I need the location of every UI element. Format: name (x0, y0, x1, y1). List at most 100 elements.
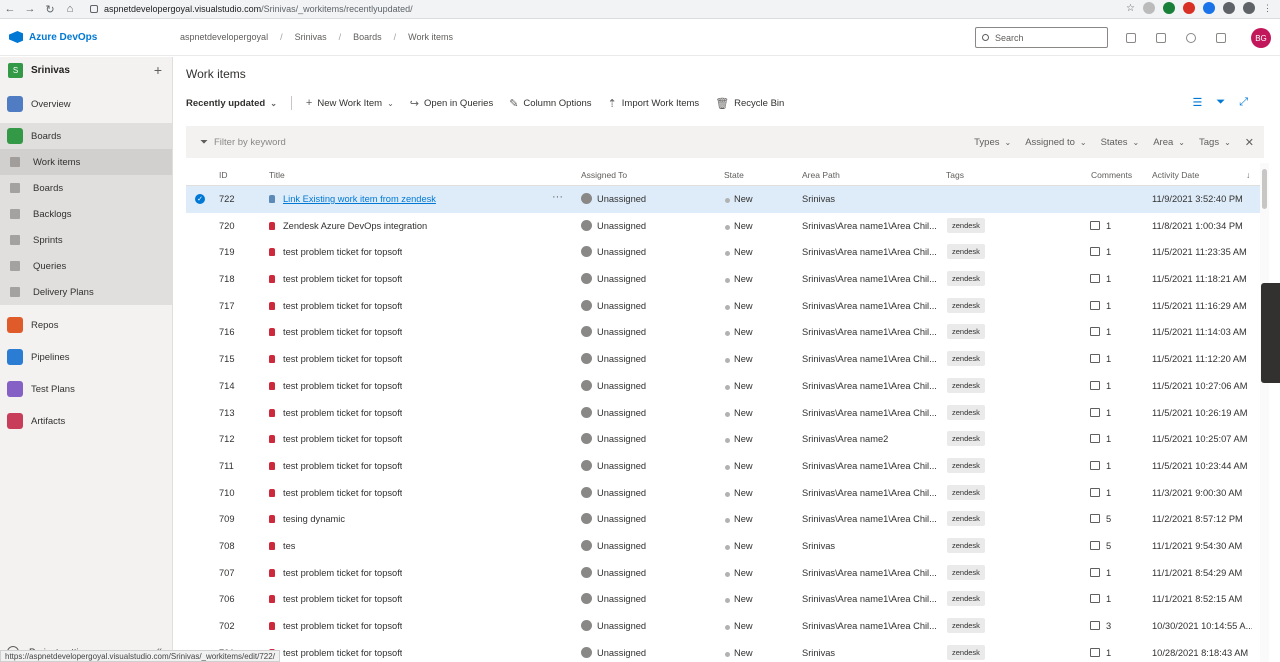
table-row[interactable]: 709 tesing dynamic Unassigned New Srinivas\A… (186, 506, 1269, 533)
sidebar-item-sprints[interactable]: Sprints (0, 227, 172, 253)
tag-badge[interactable]: zendesk (947, 404, 985, 420)
sidebar-item-delivery-plans[interactable]: Delivery Plans (0, 279, 172, 305)
table-row[interactable]: 702 test problem ticket for topsoft Unassi… (186, 613, 1269, 640)
table-row[interactable]: 713 test problem ticket for topsoft Unassi… (186, 400, 1269, 427)
table-row[interactable]: 719 test problem ticket for topsoft Unassi… (186, 239, 1269, 266)
column-header-activity[interactable]: Activity Date (1152, 170, 1199, 180)
table-row[interactable]: 708 tes Unassigned New Srinivas zendesk 5 11/1/… (186, 533, 1269, 560)
cell-title[interactable]: test problem ticket for topsoft (283, 408, 402, 418)
table-row[interactable]: 717 test problem ticket for topsoft Unassi… (186, 293, 1269, 320)
add-icon[interactable]: + (154, 62, 162, 78)
cell-title[interactable]: test problem ticket for topsoft (283, 488, 402, 498)
help-icon[interactable] (1186, 33, 1196, 43)
sidebar-item-boards-sub[interactable]: Boards (0, 175, 172, 201)
sidebar-item-overview[interactable]: Overview (0, 91, 172, 117)
cell-title[interactable]: test problem ticket for topsoft (283, 381, 402, 391)
cell-title[interactable]: test problem ticket for topsoft (283, 301, 402, 311)
cell-title[interactable]: test problem ticket for topsoft (283, 354, 402, 364)
sidebar-item-work-items[interactable]: Work items (0, 149, 172, 175)
marketplace-icon[interactable] (1156, 33, 1166, 43)
check-icon[interactable]: ✓ (195, 194, 205, 204)
extension-icon[interactable] (1143, 2, 1155, 14)
table-row[interactable]: 720 Zendesk Azure DevOps integration Unass… (186, 213, 1269, 240)
sidebar-item-artifacts[interactable]: Artifacts (0, 405, 172, 437)
cell-title[interactable]: test problem ticket for topsoft (283, 327, 402, 337)
new-work-item-button[interactable]: + New Work Item ⌄ (306, 97, 394, 109)
filter-area-dropdown[interactable]: Area ⌄ (1153, 137, 1185, 148)
tag-badge[interactable]: zendesk (947, 431, 985, 447)
table-row[interactable]: 718 test problem ticket for topsoft Unassi… (186, 266, 1269, 293)
sidebar-item-boards[interactable]: Boards (0, 123, 172, 149)
ado-logo[interactable]: Azure DevOps (9, 31, 97, 43)
reload-icon[interactable]: ↻ (40, 0, 60, 19)
cell-title[interactable]: test problem ticket for topsoft (283, 568, 402, 578)
table-row[interactable]: 714 test problem ticket for topsoft Unassi… (186, 373, 1269, 400)
cell-title[interactable]: Zendesk Azure DevOps integration (283, 221, 427, 231)
cell-title[interactable]: test problem ticket for topsoft (283, 434, 402, 444)
scrollbar[interactable] (1260, 163, 1269, 662)
breadcrumb-project[interactable]: Srinivas (295, 32, 327, 42)
tag-badge[interactable]: zendesk (947, 351, 985, 367)
tag-badge[interactable]: zendesk (947, 511, 985, 527)
extension-icon[interactable] (1163, 2, 1175, 14)
cell-title[interactable]: test problem ticket for topsoft (283, 594, 402, 604)
forward-icon[interactable]: → (20, 0, 40, 19)
breadcrumb-work-items[interactable]: Work items (408, 32, 453, 42)
list-icon[interactable] (1126, 33, 1136, 43)
view-options-icon[interactable]: ☰ (1193, 96, 1203, 109)
tag-badge[interactable]: zendesk (947, 324, 985, 340)
address-bar[interactable]: aspnetdevelopergoyal.visualstudio.com/Sr… (90, 2, 413, 17)
column-header-id[interactable]: ID (219, 170, 228, 180)
column-header-area[interactable]: Area Path (802, 170, 840, 180)
column-header-comments[interactable]: Comments (1091, 170, 1132, 180)
tag-badge[interactable]: zendesk (947, 564, 985, 580)
import-work-items-button[interactable]: ⇡ Import Work Items (608, 97, 700, 110)
recycle-bin-button[interactable]: 🗑 Recycle Bin (715, 97, 784, 110)
filter-states-dropdown[interactable]: States ⌄ (1101, 137, 1140, 148)
scrollbar-thumb[interactable] (1262, 169, 1267, 209)
table-row[interactable]: 711 test problem ticket for topsoft Unassi… (186, 453, 1269, 480)
screen-capture-widget[interactable] (1261, 283, 1280, 383)
filter-types-dropdown[interactable]: Types ⌄ (974, 137, 1011, 148)
table-row[interactable]: 706 test problem ticket for topsoft Unassi… (186, 586, 1269, 613)
avatar[interactable]: BG (1251, 28, 1271, 48)
tag-badge[interactable]: zendesk (947, 537, 985, 553)
tag-badge[interactable]: zendesk (947, 244, 985, 260)
column-header-tags[interactable]: Tags (946, 170, 964, 180)
tag-badge[interactable]: zendesk (947, 644, 985, 660)
table-row[interactable]: 710 test problem ticket for topsoft Unassi… (186, 480, 1269, 507)
open-in-queries-button[interactable]: ↪ Open in Queries (410, 97, 493, 110)
sidebar-item-pipelines[interactable]: Pipelines (0, 341, 172, 373)
close-icon[interactable]: ✕ (1245, 136, 1254, 149)
table-row[interactable]: 707 test problem ticket for topsoft Unassi… (186, 560, 1269, 587)
tag-badge[interactable]: zendesk (947, 484, 985, 500)
tag-badge[interactable]: zendesk (947, 217, 985, 233)
tag-badge[interactable]: zendesk (947, 297, 985, 313)
cell-title[interactable]: test problem ticket for topsoft (283, 621, 402, 631)
sidebar-item-repos[interactable]: Repos (0, 309, 172, 341)
menu-icon[interactable]: ⋮ (1263, 3, 1272, 14)
table-row[interactable]: 715 test problem ticket for topsoft Unassi… (186, 346, 1269, 373)
tag-badge[interactable]: zendesk (947, 591, 985, 607)
filter-assigned-dropdown[interactable]: Assigned to ⌄ (1025, 137, 1086, 148)
column-options-button[interactable]: ✎ Column Options (509, 97, 591, 110)
puzzle-icon[interactable] (1223, 2, 1235, 14)
view-selector[interactable]: Recently updated ⌄ (186, 98, 277, 109)
search-input[interactable]: Search (975, 27, 1108, 48)
cell-title[interactable]: test problem ticket for topsoft (283, 461, 402, 471)
project-selector[interactable]: S Srinivas + (0, 57, 172, 83)
back-icon[interactable]: ← (0, 0, 20, 19)
sort-arrow-icon[interactable]: ↓ (1246, 170, 1250, 180)
breadcrumb-org[interactable]: aspnetdevelopergoyal (180, 32, 268, 42)
star-icon[interactable]: ☆ (1126, 3, 1135, 14)
profile-icon[interactable] (1243, 2, 1255, 14)
column-header-state[interactable]: State (724, 170, 744, 180)
table-row[interactable]: 712 test problem ticket for topsoft Unassi… (186, 426, 1269, 453)
table-row[interactable]: 716 test problem ticket for topsoft Unassi… (186, 319, 1269, 346)
more-icon[interactable]: ··· (552, 191, 563, 203)
sidebar-item-queries[interactable]: Queries (0, 253, 172, 279)
cell-title[interactable]: test problem ticket for topsoft (283, 247, 402, 257)
tag-badge[interactable]: zendesk (947, 457, 985, 473)
column-header-assigned[interactable]: Assigned To (581, 170, 627, 180)
breadcrumb-boards[interactable]: Boards (353, 32, 382, 42)
